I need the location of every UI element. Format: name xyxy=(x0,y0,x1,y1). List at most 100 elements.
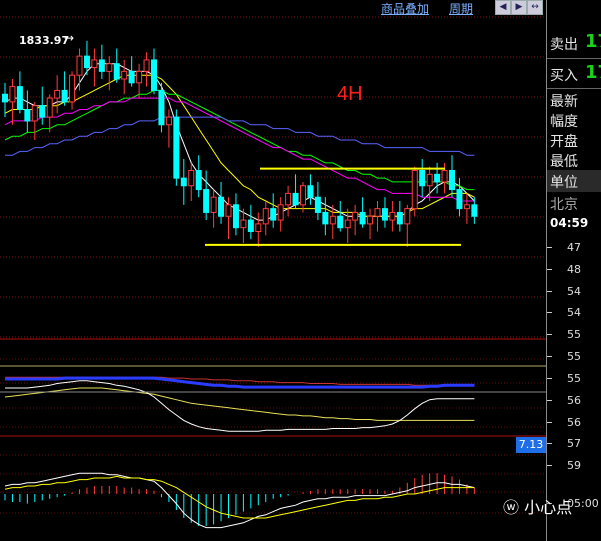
candle-body xyxy=(426,173,433,187)
candle-body xyxy=(121,70,128,80)
overlay-link[interactable]: 商品叠加 xyxy=(381,0,429,17)
candle-body xyxy=(173,116,180,179)
nav-left-button[interactable]: ◀ xyxy=(495,0,511,15)
watermark-text: 小心点 xyxy=(524,498,573,517)
macd-pane xyxy=(4,472,475,529)
low-label: 最低 xyxy=(550,154,578,170)
candle-body xyxy=(69,74,76,103)
candle-body xyxy=(270,208,277,221)
candle-body xyxy=(24,109,31,122)
candle-body xyxy=(54,89,61,99)
candle-body xyxy=(76,55,83,76)
candle-body xyxy=(158,89,165,126)
sell-value: 17 xyxy=(585,31,601,52)
candlesticks xyxy=(2,40,478,247)
ma-line-white xyxy=(4,63,475,221)
chart-grid xyxy=(0,16,546,514)
candle-body xyxy=(98,59,105,72)
candle-body xyxy=(188,170,195,187)
macd-value-badge: 7.13 xyxy=(516,437,546,453)
candle-body xyxy=(9,86,16,103)
candle-body xyxy=(300,185,306,206)
candle-body xyxy=(218,196,225,217)
candle-body xyxy=(329,215,336,225)
candle-body xyxy=(374,208,381,217)
latest-label: 最新 xyxy=(550,94,578,110)
buy-label: 买入 xyxy=(550,68,578,84)
candle-body xyxy=(337,215,344,229)
candle-body xyxy=(441,170,448,183)
candle-body xyxy=(396,211,403,225)
ma-line-yellow xyxy=(4,74,475,217)
oscillator-line-yellow xyxy=(4,387,475,421)
price-chart[interactable] xyxy=(0,0,546,541)
macd-dif-line xyxy=(4,472,475,529)
candle-body xyxy=(449,170,455,191)
candle-body xyxy=(128,70,135,84)
unit-label: 单位 xyxy=(550,175,578,191)
city-label: 北京 xyxy=(550,197,578,213)
high-price-label: 1833.97 xyxy=(19,34,70,47)
candle-body xyxy=(456,189,463,210)
candle-body xyxy=(471,204,478,217)
candle-body xyxy=(165,116,172,126)
candle-body xyxy=(195,170,202,191)
moving-average-lines xyxy=(4,63,475,221)
time-label: 04:59 xyxy=(550,216,589,230)
weibo-icon: ⓦ xyxy=(503,498,520,517)
candle-body xyxy=(210,196,217,213)
nav-zoom-button[interactable]: ↔ xyxy=(527,0,543,15)
candle-body xyxy=(136,70,143,84)
candle-body xyxy=(240,219,247,229)
candle-body xyxy=(314,196,321,213)
candle-body xyxy=(277,204,284,221)
candle-body xyxy=(381,208,388,221)
candle-body xyxy=(389,211,396,221)
candle-body xyxy=(113,63,120,80)
candle-body xyxy=(232,204,239,229)
candle-body xyxy=(411,170,418,210)
ma-line-blue xyxy=(5,116,475,156)
candle-body xyxy=(404,208,411,225)
candle-body xyxy=(39,105,46,118)
candle-body xyxy=(61,89,68,103)
period-link[interactable]: 周期 xyxy=(449,0,473,17)
candle-body xyxy=(292,192,299,206)
chart-area[interactable]: 商品叠加 周期 ◀ ▶ ↔ 1833.97 → 4H 7.13 xyxy=(0,0,546,541)
high-arrow-icon: → xyxy=(64,31,75,45)
candle-body xyxy=(143,59,150,72)
candle-body xyxy=(180,177,187,187)
buy-value: 17 xyxy=(585,62,601,83)
candle-body xyxy=(151,59,157,91)
ma-line-magenta xyxy=(4,97,475,202)
candle-body xyxy=(2,93,8,103)
candle-body xyxy=(434,173,441,183)
candle-body xyxy=(322,211,329,225)
divider xyxy=(547,58,601,59)
candle-body xyxy=(344,219,351,229)
candle-body xyxy=(367,215,374,225)
candle-body xyxy=(359,211,366,225)
quote-panel: 卖出 17 买入 17 最新 幅度 开盘 最低 单位 北京 04:59 4748… xyxy=(546,0,601,541)
candle-body xyxy=(352,211,359,221)
candle-body xyxy=(419,170,426,187)
divider xyxy=(547,88,601,89)
macd-dea-line xyxy=(4,475,475,519)
watermark: ⓦ 小心点 xyxy=(503,494,572,518)
candle-body xyxy=(91,59,98,69)
candle-body xyxy=(31,105,38,122)
timeframe-label: 4H xyxy=(337,83,363,105)
candle-body xyxy=(46,97,53,118)
candle-body xyxy=(255,223,262,232)
candle-body xyxy=(307,185,314,198)
candle-body xyxy=(16,86,23,110)
candle-body xyxy=(262,208,269,225)
candle-body xyxy=(83,55,90,69)
candle-body xyxy=(285,192,292,206)
candle-body xyxy=(203,189,210,213)
ma-line-green xyxy=(4,89,475,191)
change-label: 幅度 xyxy=(550,114,578,130)
candle-body xyxy=(463,204,470,210)
nav-right-button[interactable]: ▶ xyxy=(511,0,527,15)
oscillator-pane xyxy=(0,365,546,432)
